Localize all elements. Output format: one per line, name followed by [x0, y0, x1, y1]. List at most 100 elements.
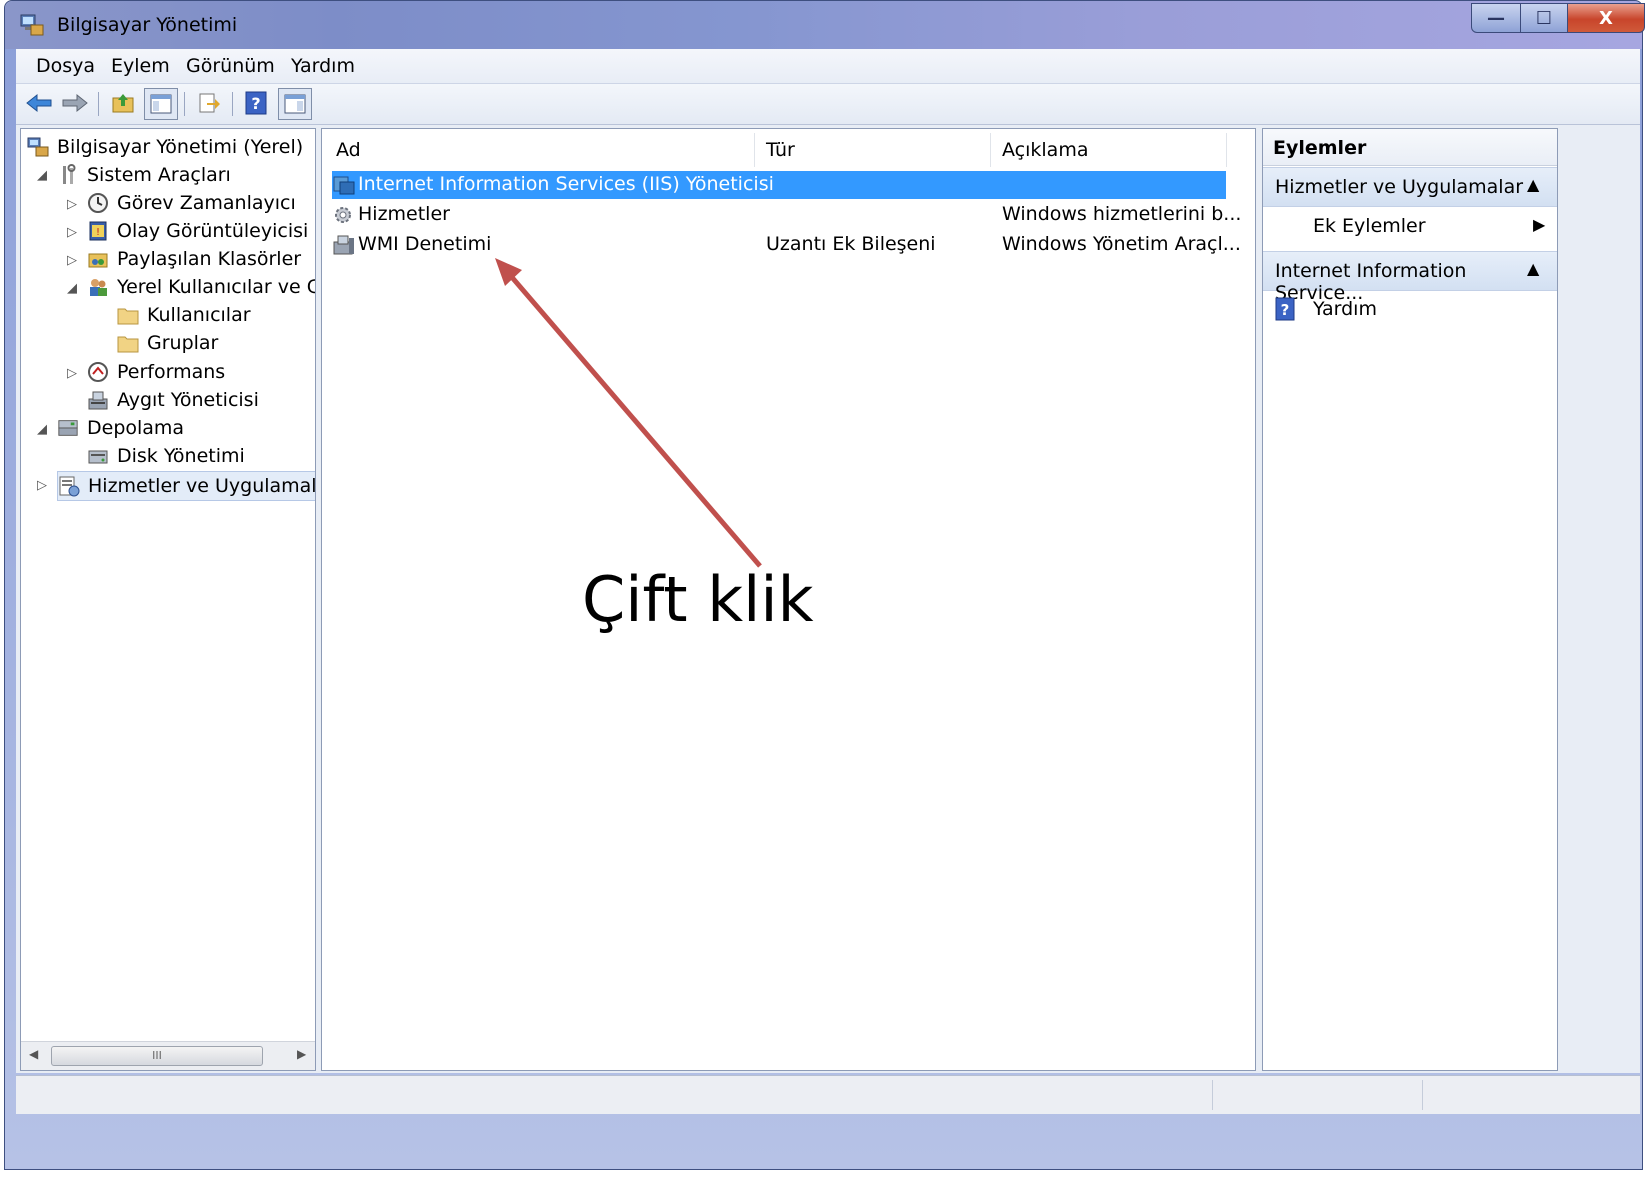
expanded-icon[interactable]: ◢	[37, 168, 47, 183]
expanded-icon[interactable]: ◢	[67, 281, 77, 296]
back-arrow-icon[interactable]	[24, 88, 54, 118]
toolbar-separator	[98, 92, 99, 116]
submenu-arrow-icon: ▶	[1533, 215, 1546, 234]
folder-icon	[117, 304, 139, 326]
shared-folder-icon	[87, 248, 109, 270]
tree-item-groups[interactable]: Gruplar	[117, 329, 218, 357]
tree-item-label: Görev Zamanlayıcı	[117, 192, 296, 214]
scroll-right-icon[interactable]: ▶	[297, 1047, 306, 1061]
tree-item-label: Aygıt Yöneticisi	[117, 389, 259, 411]
tree-horizontal-scrollbar[interactable]: ◀ III ▶	[21, 1041, 315, 1070]
menu-action[interactable]: Eylem	[111, 55, 170, 77]
toolbar-separator	[232, 92, 233, 116]
event-viewer-icon: !	[87, 220, 109, 242]
menu-bar: Dosya Eylem Görünüm Yardım	[16, 49, 1640, 84]
actions-title: Eylemler	[1273, 137, 1367, 159]
actions-section-iis[interactable]: Internet Information Service... ▲	[1263, 251, 1557, 304]
tree-item-device-manager[interactable]: Aygıt Yöneticisi	[87, 386, 259, 414]
scroll-grip: III	[152, 1049, 162, 1062]
tree-item-shared-folders[interactable]: Paylaşılan Klasörler	[87, 245, 301, 273]
export-list-icon[interactable]	[194, 88, 224, 118]
device-manager-icon	[87, 389, 109, 411]
column-separator[interactable]	[754, 133, 755, 167]
action-label: Ek Eylemler	[1313, 215, 1426, 237]
collapsed-icon[interactable]: ▷	[67, 225, 77, 240]
svg-text:!: !	[96, 227, 100, 238]
tree-item-label: Olay Görüntüleyicisi	[117, 220, 309, 242]
actions-header: Eylemler	[1263, 129, 1557, 166]
minimize-button[interactable]: —	[1471, 3, 1521, 33]
tree-root[interactable]: Bilgisayar Yönetimi (Yerel)	[27, 133, 303, 161]
cell-name: WMI Denetimi	[358, 233, 492, 255]
status-panel	[1212, 1080, 1423, 1110]
tree-item-storage[interactable]: Depolama	[57, 414, 184, 442]
help-icon: ?	[1275, 297, 1295, 321]
tree-item-local-users[interactable]: Yerel Kullanıcılar ve Gru	[87, 273, 315, 301]
tree-item-event-viewer[interactable]: ! Olay Görüntüleyicisi	[87, 217, 308, 245]
tree-item-task-scheduler[interactable]: Görev Zamanlayıcı	[87, 189, 296, 217]
wmi-control-icon	[333, 235, 354, 255]
tree-item-label: Paylaşılan Klasörler	[117, 248, 302, 270]
collapse-up-icon[interactable]: ▲	[1527, 259, 1539, 278]
services-apps-icon	[58, 475, 80, 497]
tree-item-users[interactable]: Kullanıcılar	[117, 301, 251, 329]
cell-name: Hizmetler	[358, 203, 450, 225]
tree-item-label: Kullanıcılar	[147, 304, 251, 326]
scroll-thumb[interactable]: III	[51, 1046, 263, 1066]
tree-item-label: Hizmetler ve Uygulamalar	[88, 475, 316, 497]
tree-item-services-and-apps[interactable]: Hizmetler ve Uygulamalar	[57, 471, 316, 501]
collapsed-icon[interactable]: ▷	[67, 253, 77, 268]
column-separator[interactable]	[1226, 133, 1227, 167]
action-label: Yardım	[1313, 298, 1377, 320]
list-row-wmi[interactable]: WMI Denetimi Uzantı Ek Bileşeni Windows …	[332, 231, 1241, 259]
toolbar-separator	[184, 92, 185, 116]
up-folder-icon[interactable]	[108, 88, 138, 118]
folder-icon	[117, 332, 139, 354]
tree-item-system-tools[interactable]: Sistem Araçları	[57, 161, 231, 189]
content-area: Bilgisayar Yönetimi (Yerel) ◢ Sistem Ara…	[16, 125, 1640, 1073]
toolbar: ?	[16, 84, 1640, 125]
list-row-iis[interactable]: Internet Information Services (IIS) Yöne…	[332, 171, 1226, 199]
scroll-left-icon[interactable]: ◀	[29, 1047, 38, 1061]
collapsed-icon[interactable]: ▷	[37, 478, 47, 493]
action-more-actions[interactable]: Ek Eylemler ▶	[1313, 215, 1553, 237]
tree-item-performance[interactable]: Performans	[87, 358, 225, 386]
cell-description: Windows Yönetim Araçl...	[1002, 233, 1241, 255]
menu-view[interactable]: Görünüm	[186, 55, 275, 77]
show-hide-tree-icon[interactable]	[144, 88, 178, 120]
computer-management-icon	[20, 14, 44, 36]
collapsed-icon[interactable]: ▷	[67, 197, 77, 212]
tree-item-label: Yerel Kullanıcılar ve Gru	[117, 276, 315, 298]
help-icon[interactable]: ?	[242, 88, 270, 118]
collapse-up-icon[interactable]: ▲	[1527, 175, 1539, 194]
users-icon	[87, 276, 109, 298]
tree-item-disk-management[interactable]: Disk Yönetimi	[87, 442, 245, 470]
column-separator[interactable]	[990, 133, 991, 167]
navigation-tree: Bilgisayar Yönetimi (Yerel) ◢ Sistem Ara…	[20, 128, 316, 1071]
annotation-text: Çift klik	[582, 563, 814, 636]
iis-icon	[333, 176, 355, 195]
tree-item-label: Gruplar	[147, 332, 219, 354]
cell-name: Internet Information Services (IIS) Yöne…	[358, 173, 774, 195]
cell-type: Uzantı Ek Bileşeni	[766, 233, 936, 255]
collapsed-icon[interactable]: ▷	[67, 366, 77, 381]
close-button[interactable]: X	[1567, 3, 1645, 33]
column-header-description[interactable]: Açıklama	[1002, 139, 1088, 161]
menu-file[interactable]: Dosya	[36, 55, 95, 77]
menu-help[interactable]: Yardım	[291, 55, 355, 77]
forward-arrow-icon[interactable]	[60, 88, 90, 118]
expanded-icon[interactable]: ◢	[37, 422, 47, 437]
tree-item-label: Sistem Araçları	[87, 164, 231, 186]
tools-icon	[57, 164, 79, 186]
column-header-type[interactable]: Tür	[766, 139, 795, 161]
computer-management-icon	[27, 136, 49, 158]
list-row-services[interactable]: Hizmetler Windows hizmetlerini b...	[332, 201, 1241, 229]
clock-icon	[87, 192, 109, 214]
status-bar	[16, 1075, 1640, 1114]
actions-section-services[interactable]: Hizmetler ve Uygulamalar ▲	[1263, 167, 1557, 207]
maximize-button[interactable]: ☐	[1520, 3, 1568, 33]
show-hide-action-pane-icon[interactable]	[278, 88, 312, 120]
column-header-name[interactable]: Ad	[336, 139, 361, 161]
title-bar[interactable]: Bilgisayar Yönetimi — ☐ X	[5, 1, 1645, 49]
tree-item-label: Disk Yönetimi	[117, 445, 245, 467]
